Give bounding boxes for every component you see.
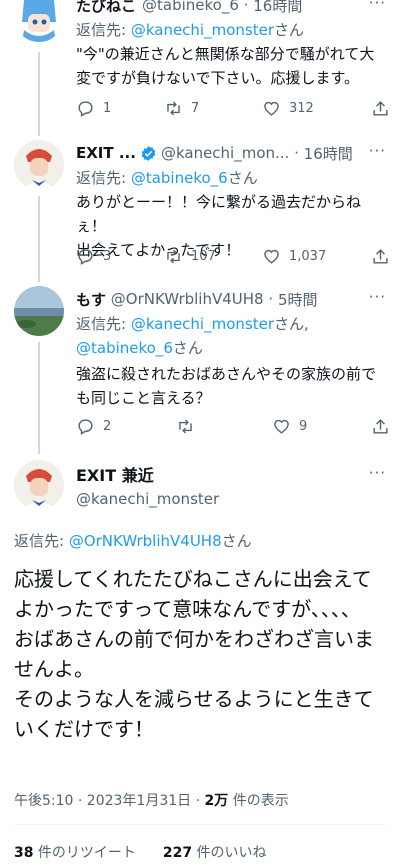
author-name[interactable]: EXIT 兼近 bbox=[76, 462, 154, 486]
like-button[interactable]: 9 bbox=[272, 414, 307, 438]
reply-suffix: さん bbox=[221, 532, 252, 550]
like-count: 9 bbox=[299, 418, 308, 434]
heart-icon bbox=[264, 249, 279, 264]
share-button[interactable] bbox=[371, 414, 390, 438]
reply-icon bbox=[78, 100, 93, 117]
reply-prefix: 返信先: bbox=[76, 169, 131, 187]
reply-to: 返信先: @tabineko_6さん bbox=[76, 166, 386, 190]
author-name[interactable]: もす bbox=[76, 289, 106, 310]
avatar[interactable] bbox=[14, 460, 64, 510]
main-tweet: EXIT 兼近 @kanechi_monster ··· 返信先: @OrNKW… bbox=[0, 456, 400, 865]
more-options-icon[interactable]: ··· bbox=[369, 0, 386, 12]
reply-mention[interactable]: @kanechi_monster bbox=[131, 21, 274, 39]
tweet-body: 応援してくれたたびねこさんに出会えてよかったですって意味なんですが、、、、 おば… bbox=[14, 567, 374, 741]
reply-suffix-2: さん bbox=[172, 339, 203, 357]
retweet-icon bbox=[167, 249, 180, 263]
timestamp[interactable]: 午後5:10 · 2023年1月31日 · bbox=[14, 793, 205, 809]
author-handle[interactable]: @tabineko_6 bbox=[142, 0, 239, 14]
retweet-icon bbox=[179, 419, 192, 433]
reply-prefix: 返信先: bbox=[14, 532, 69, 550]
divider bbox=[14, 824, 386, 825]
tweet-actions: 3 107 1,037 bbox=[76, 244, 390, 268]
author-name[interactable]: EXIT ... bbox=[76, 144, 136, 162]
reply-suffix: さん, bbox=[274, 315, 309, 333]
likes-link[interactable]: 227 件のいいね bbox=[163, 845, 267, 861]
reply-button[interactable]: 3 bbox=[76, 244, 111, 268]
more-options-icon[interactable]: ··· bbox=[369, 288, 386, 306]
like-button[interactable]: 312 bbox=[262, 96, 314, 120]
like-count: 1,037 bbox=[289, 248, 327, 264]
heart-icon bbox=[274, 419, 289, 434]
avatar[interactable] bbox=[14, 286, 64, 336]
retweets-count: 38 bbox=[14, 845, 34, 861]
verified-icon bbox=[141, 145, 156, 161]
tweet-exit-kanechi[interactable]: EXIT ... @kanechi_mon... · 16時間 ··· 返信先:… bbox=[0, 140, 400, 280]
tweet-mosu[interactable]: もす @OrNKWrblihV4UH8 · 5時間 ··· 返信先: @kane… bbox=[0, 286, 400, 446]
tweet-body: 強盗に殺されたおばあさんやその家族の前でも同じこと言える？ bbox=[76, 365, 377, 407]
share-button[interactable] bbox=[371, 244, 390, 268]
author-name[interactable]: たびねこ bbox=[76, 0, 136, 16]
reply-icon bbox=[78, 248, 93, 265]
tweet-actions: 2 9 bbox=[76, 414, 390, 438]
retweets-label: 件のリツイート bbox=[33, 845, 136, 861]
author-handle[interactable]: @kanechi_monster bbox=[76, 490, 219, 508]
reply-to: 返信先: @kanechi_monsterさん bbox=[76, 18, 386, 42]
more-options-icon[interactable]: ··· bbox=[369, 142, 386, 160]
share-icon bbox=[373, 100, 388, 116]
reply-suffix: さん bbox=[274, 21, 305, 39]
reply-mention-2[interactable]: @tabineko_6 bbox=[76, 339, 173, 357]
author-handle[interactable]: @OrNKWrblihV4UH8 bbox=[111, 290, 264, 308]
reply-button[interactable]: 2 bbox=[76, 414, 111, 438]
retweet-button[interactable] bbox=[176, 414, 203, 438]
likes-count: 227 bbox=[162, 845, 193, 861]
reply-suffix: さん bbox=[227, 169, 258, 187]
heart-icon bbox=[264, 101, 279, 116]
share-button[interactable] bbox=[371, 96, 390, 120]
reply-count: 1 bbox=[103, 100, 112, 116]
tweet-meta: 午後5:10 · 2023年1月31日 · 2万 件の表示 bbox=[14, 790, 289, 810]
reply-icon bbox=[78, 418, 93, 435]
reply-mention[interactable]: @OrNKWrblihV4UH8 bbox=[69, 532, 222, 550]
retweets-link[interactable]: 38 件のリツイート bbox=[14, 845, 136, 861]
retweet-icon bbox=[167, 101, 180, 115]
reply-to: 返信先: @kanechi_monsterさん, @tabineko_6さん bbox=[76, 312, 386, 360]
share-icon bbox=[373, 418, 388, 434]
author-handle[interactable]: @kanechi_mon... bbox=[161, 144, 289, 162]
reply-prefix: 返信先: bbox=[76, 315, 131, 333]
like-count: 312 bbox=[289, 100, 314, 116]
reply-to: 返信先: @OrNKWrblihV4UH8さん bbox=[14, 530, 252, 551]
reply-button[interactable]: 1 bbox=[76, 96, 111, 120]
reply-prefix: 返信先: bbox=[76, 21, 131, 39]
reply-count: 3 bbox=[103, 248, 112, 264]
tweet-actions: 1 7 312 bbox=[76, 96, 390, 120]
timestamp[interactable]: 16時間 bbox=[253, 0, 302, 16]
share-icon bbox=[373, 248, 388, 264]
retweet-count: 107 bbox=[191, 248, 216, 264]
likes-label: 件のいいね bbox=[192, 845, 267, 861]
more-options-icon[interactable]: ··· bbox=[369, 464, 386, 482]
tweet-stats: 38 件のリツイート 227 件のいいね bbox=[14, 842, 267, 862]
retweet-button[interactable]: 7 bbox=[164, 96, 199, 120]
reply-mention[interactable]: @kanechi_monster bbox=[131, 315, 274, 333]
reply-count: 2 bbox=[103, 418, 112, 434]
retweet-button[interactable]: 107 bbox=[164, 244, 216, 268]
avatar[interactable] bbox=[14, 140, 64, 190]
tweet-tabineko[interactable]: たびねこ @tabineko_6 · 16時間 ··· 返信先: @kanech… bbox=[0, 0, 400, 130]
timestamp[interactable]: 5時間 bbox=[278, 289, 318, 310]
views-count: 2万 bbox=[204, 793, 229, 809]
reply-mention[interactable]: @tabineko_6 bbox=[131, 169, 228, 187]
views-label: 件の表示 bbox=[228, 793, 289, 809]
avatar[interactable] bbox=[14, 0, 64, 42]
timestamp[interactable]: 16時間 bbox=[304, 143, 353, 164]
retweet-count: 7 bbox=[191, 100, 200, 116]
like-button[interactable]: 1,037 bbox=[262, 244, 326, 268]
tweet-body: "今"の兼近さんと無関係な部分で騒がれて大変ですが負けないで下さい。応援します。 bbox=[76, 45, 375, 87]
